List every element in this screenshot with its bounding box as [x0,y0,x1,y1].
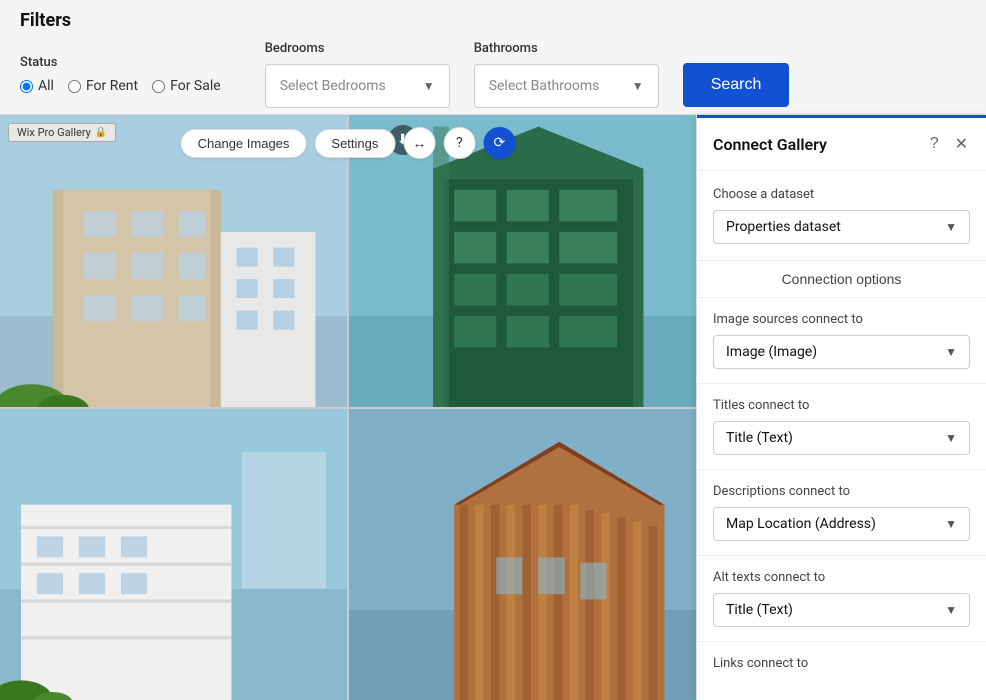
links-label: Links connect to [697,642,986,679]
image-sources-dropdown[interactable]: Image (Image) ▼ [713,335,970,369]
image-sources-chevron-icon: ▼ [945,345,957,359]
help-icon[interactable]: ? [443,127,475,159]
bedrooms-dropdown[interactable]: Select Bedrooms ▼ [265,64,450,108]
alt-texts-value: Title (Text) [726,602,793,618]
status-label: Status [20,55,221,70]
gallery-grid [0,115,696,700]
status-all-option[interactable]: All [20,78,54,94]
descriptions-value: Map Location (Address) [726,516,876,532]
dataset-chevron-icon: ▼ [945,220,957,234]
bathrooms-label: Bathrooms [474,41,659,56]
image-sources-row: Image sources connect to Image (Image) ▼ [697,298,986,384]
status-rent-option[interactable]: For Rent [68,78,138,94]
status-rent-radio[interactable] [68,80,81,93]
connect-icon[interactable]: ⟳ [483,127,515,159]
titles-row: Titles connect to Title (Text) ▼ [697,384,986,470]
descriptions-row: Descriptions connect to Map Location (Ad… [697,470,986,556]
bedrooms-label: Bedrooms [265,41,450,56]
descriptions-dropdown[interactable]: Map Location (Address) ▼ [713,507,970,541]
dataset-label: Choose a dataset [713,187,970,202]
help-panel-icon[interactable]: ? [928,133,941,155]
status-all-radio[interactable] [20,80,33,93]
gallery-toolbar: Change Images Settings ↔ ? ⟳ [181,127,516,159]
status-sale-option[interactable]: For Sale [152,78,221,94]
gallery-cell-4 [349,409,696,700]
bedrooms-filter-group: Bedrooms Select Bedrooms ▼ [265,41,450,108]
bedrooms-chevron-icon: ▼ [423,79,435,93]
gallery-area: Wix Pro Gallery 🔒 ⬇ Change Images Settin… [0,115,696,700]
search-button[interactable]: Search [683,63,790,107]
bathrooms-dropdown[interactable]: Select Bathrooms ▼ [474,64,659,108]
connection-options-button[interactable]: Connection options [697,261,986,298]
bedrooms-placeholder: Select Bedrooms [280,78,386,94]
alt-texts-label: Alt texts connect to [713,570,970,585]
resize-icon[interactable]: ↔ [403,127,435,159]
filters-title: Filters [20,10,966,31]
descriptions-label: Descriptions connect to [713,484,970,499]
titles-label: Titles connect to [713,398,970,413]
alt-texts-dropdown[interactable]: Title (Text) ▼ [713,593,970,627]
gallery-label-text: Wix Pro Gallery [17,126,91,139]
bathrooms-filter-group: Bathrooms Select Bathrooms ▼ [474,41,659,108]
status-filter-group: Status All For Rent For Sale [20,55,221,94]
titles-value: Title (Text) [726,430,793,446]
lock-icon: 🔒 [95,127,107,138]
dataset-section: Choose a dataset Properties dataset ▼ [697,171,986,261]
status-sale-radio[interactable] [152,80,165,93]
gallery-cell-3 [0,409,347,700]
dataset-dropdown[interactable]: Properties dataset ▼ [713,210,970,244]
bathrooms-chevron-icon: ▼ [632,79,644,93]
titles-dropdown[interactable]: Title (Text) ▼ [713,421,970,455]
titles-chevron-icon: ▼ [945,431,957,445]
panel-header: Connect Gallery ? ✕ [697,118,986,171]
close-panel-button[interactable]: ✕ [953,132,970,156]
panel-title: Connect Gallery [713,135,827,154]
change-images-button[interactable]: Change Images [181,129,307,158]
gallery-label-badge: Wix Pro Gallery 🔒 [8,123,116,142]
settings-button[interactable]: Settings [314,129,395,158]
bathrooms-placeholder: Select Bathrooms [489,78,600,94]
alt-texts-row: Alt texts connect to Title (Text) ▼ [697,556,986,642]
image-sources-label: Image sources connect to [713,312,970,327]
descriptions-chevron-icon: ▼ [945,517,957,531]
alt-texts-chevron-icon: ▼ [945,603,957,617]
connect-panel: Connect Gallery ? ✕ Choose a dataset Pro… [696,115,986,700]
dataset-value: Properties dataset [726,219,841,235]
image-sources-value: Image (Image) [726,344,817,360]
panel-header-icons: ? ✕ [928,132,970,156]
